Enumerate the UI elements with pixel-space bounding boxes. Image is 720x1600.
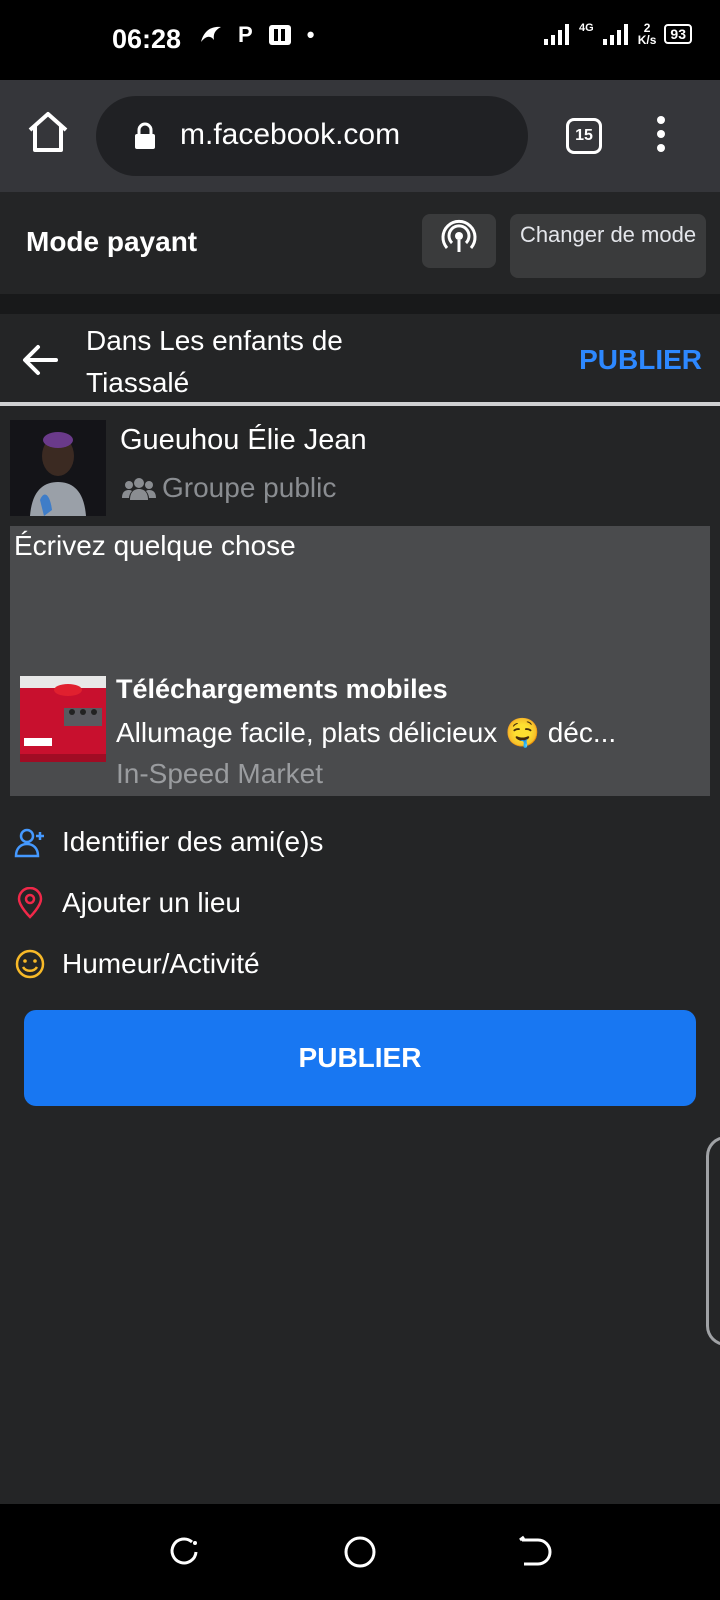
notification-icons: P • xyxy=(198,22,314,48)
post-placeholder: Écrivez quelque chose xyxy=(14,530,296,561)
lock-icon xyxy=(135,122,155,149)
option-label: Identifier des ami(e)s xyxy=(62,826,324,857)
option-feeling-activity[interactable]: Humeur/Activité xyxy=(14,940,260,988)
location-pin-icon xyxy=(17,887,43,919)
p-app-icon: P xyxy=(238,22,253,47)
side-drawer-handle[interactable] xyxy=(706,1136,720,1346)
composer-title: Dans Les enfants de Tiassalé xyxy=(86,325,343,398)
smiley-icon xyxy=(15,949,45,979)
post-text-area[interactable]: Écrivez quelque chose Téléchargements mo… xyxy=(10,526,710,796)
publish-button[interactable]: PUBLIER xyxy=(24,1010,696,1106)
add-person-icon xyxy=(14,828,44,858)
back-arrow-icon[interactable] xyxy=(20,340,60,380)
option-label: Humeur/Activité xyxy=(62,948,260,979)
recent-apps-icon[interactable] xyxy=(166,1534,202,1570)
more-options-icon[interactable] xyxy=(654,116,668,156)
battery-indicator: 93 xyxy=(664,24,692,44)
ad-thumbnail[interactable] xyxy=(20,676,106,762)
home-icon[interactable] xyxy=(24,108,72,156)
signal-icon-2 xyxy=(602,24,628,45)
bird-notification-icon xyxy=(201,26,221,42)
status-bar: 06:28 P • 4G 2 K/s 93 xyxy=(0,0,720,80)
stove-product-image xyxy=(20,676,106,762)
system-nav-bar xyxy=(0,1504,720,1600)
author-name: Gueuhou Élie Jean xyxy=(120,424,367,456)
status-time: 06:28 xyxy=(112,24,182,54)
system-icons: 4G 2 K/s 93 xyxy=(543,22,692,46)
url-text: m.facebook.com xyxy=(180,118,401,151)
address-bar[interactable]: m.facebook.com xyxy=(96,96,528,176)
dot-icon: • xyxy=(306,22,315,47)
group-icon xyxy=(122,478,156,500)
option-label: Ajouter un lieu xyxy=(62,887,242,918)
ad-title: Téléchargements mobiles xyxy=(116,674,448,704)
network-speed: 2 K/s xyxy=(637,21,657,47)
browser-toolbar: m.facebook.com 15 xyxy=(0,80,720,192)
mode-title: Mode payant xyxy=(26,226,198,257)
home-nav-icon[interactable] xyxy=(342,1534,378,1570)
audience-label: Groupe public xyxy=(122,472,336,504)
ad-source: In-Speed Market xyxy=(116,758,323,789)
avatar-photo xyxy=(10,420,106,516)
change-mode-button[interactable]: Changer de mode xyxy=(510,214,706,278)
audience-text: Groupe public xyxy=(162,472,337,503)
mode-bar: Mode payant Changer de mode xyxy=(0,192,720,294)
tab-switcher-button[interactable]: 15 xyxy=(566,118,602,154)
divider xyxy=(0,294,720,314)
back-nav-icon[interactable] xyxy=(516,1534,552,1570)
broadcast-icon xyxy=(441,219,477,252)
network-type: 4G xyxy=(579,22,594,34)
ad-description: Allumage facile, plats délicieux 🤤 déc..… xyxy=(116,717,617,748)
signal-icon xyxy=(544,24,570,45)
author-row: Gueuhou Élie Jean Groupe public xyxy=(10,420,710,516)
avatar xyxy=(10,420,106,516)
composer-header: Dans Les enfants de Tiassalé PUBLIER xyxy=(0,314,720,406)
broadcast-button[interactable] xyxy=(422,214,496,268)
app-notification-icon xyxy=(268,25,291,45)
option-tag-friends[interactable]: Identifier des ami(e)s xyxy=(14,818,323,866)
header-publish-button[interactable]: PUBLIER xyxy=(579,344,702,376)
option-add-location[interactable]: Ajouter un lieu xyxy=(14,879,241,927)
